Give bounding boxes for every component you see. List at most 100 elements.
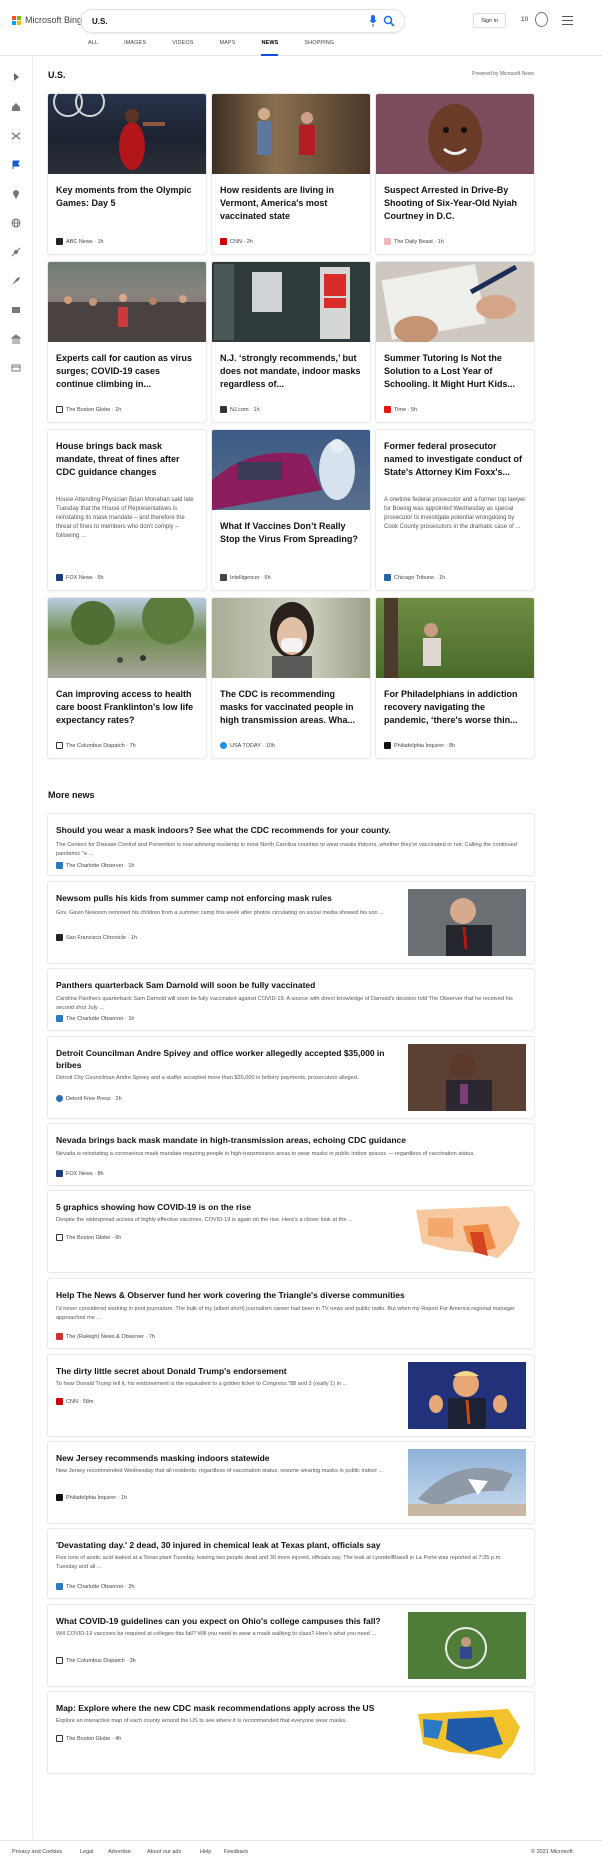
card-headline[interactable]: How residents are living in Vermont, Ame… <box>220 184 362 223</box>
search-input[interactable]: U.S. <box>80 9 405 33</box>
card-headline[interactable]: Summer Tutoring Is Not the Solution to a… <box>384 352 526 391</box>
more-news-item[interactable]: Help The News & Observer fund her work c… <box>48 1279 534 1348</box>
child-portrait-image <box>376 94 534 174</box>
hamburger-menu-icon[interactable] <box>562 16 573 25</box>
left-rail <box>0 56 33 1839</box>
search-icon[interactable] <box>383 15 395 27</box>
vermont-image <box>212 94 370 174</box>
news-card-house-mask[interactable]: House brings back mask mandate, threat o… <box>48 430 206 590</box>
card-headline[interactable]: House brings back mask mandate, threat o… <box>56 440 198 479</box>
more-news-item[interactable]: Should you wear a mask indoors? See what… <box>48 814 534 875</box>
news-card-nj-masks[interactable]: N.J. ‘strongly recommends,’ but does not… <box>212 262 370 422</box>
tab-maps[interactable]: MAPS <box>219 40 235 56</box>
politics-icon[interactable] <box>10 331 22 344</box>
news-title[interactable]: Nevada brings back mask mandate in high-… <box>56 1134 516 1146</box>
news-snippet: Explore an interactive map of each count… <box>56 1718 348 1724</box>
tab-images[interactable]: IMAGES <box>124 40 146 56</box>
more-news-item[interactable]: The dirty little secret about Donald Tru… <box>48 1355 534 1436</box>
news-title[interactable]: Should you wear a mask indoors? See what… <box>56 824 516 836</box>
news-card-cdc-masks[interactable]: The CDC is recommending masks for vaccin… <box>212 598 370 758</box>
philadelphia-inquirer-icon <box>384 742 391 749</box>
news-title[interactable]: 'Devastating day.' 2 dead, 30 injured in… <box>56 1539 516 1551</box>
home-icon[interactable] <box>11 99 21 111</box>
card-headline[interactable]: Experts call for caution as virus surges… <box>56 352 198 391</box>
news-snippet: Will COVID-19 vaccines be required at co… <box>56 1631 377 1637</box>
news-observer-icon <box>56 1333 63 1340</box>
news-title[interactable]: The dirty little secret about Donald Tru… <box>56 1365 406 1377</box>
microsoft-logo-icon <box>12 15 21 25</box>
news-card-foxx[interactable]: Former federal prosecutor named to inves… <box>376 430 534 590</box>
news-card-philadelphia[interactable]: For Philadelphians in addiction recovery… <box>376 598 534 758</box>
advertise-link[interactable]: Advertise <box>108 1849 131 1855</box>
news-card-olympics[interactable]: Key moments from the Olympic Games: Day … <box>48 94 206 254</box>
copyright: © 2021 Microsoft <box>531 1849 573 1855</box>
legal-link[interactable]: Legal <box>80 1849 93 1855</box>
news-title[interactable]: Panthers quarterback Sam Darnold will so… <box>56 979 406 991</box>
entertainment-icon[interactable] <box>11 302 21 313</box>
rewards-points[interactable]: 10 <box>521 16 528 23</box>
card-headline[interactable]: Key moments from the Olympic Games: Day … <box>56 184 198 210</box>
news-card-boston-virus[interactable]: Experts call for caution as virus surges… <box>48 262 206 422</box>
feedback-link[interactable]: Feedback <box>224 1849 248 1855</box>
location-icon[interactable] <box>11 186 21 199</box>
card-source: USA TODAY · 10h <box>220 742 275 749</box>
news-snippet: Detroit City Councilman Andre Spivey and… <box>56 1075 359 1081</box>
news-title[interactable]: New Jersey recommends masking indoors st… <box>56 1452 406 1464</box>
news-card-tutoring[interactable]: Summer Tutoring Is Not the Solution to a… <box>376 262 534 422</box>
help-link[interactable]: Help <box>200 1849 211 1855</box>
tab-all[interactable]: ALL <box>88 40 98 56</box>
money-icon[interactable] <box>11 360 21 372</box>
news-snippet: Five tons of acetic acid leaked at a Tex… <box>56 1555 502 1570</box>
trump-image <box>408 1362 526 1429</box>
news-title[interactable]: Newsom pulls his kids from summer camp n… <box>56 892 406 904</box>
rewards-icon[interactable] <box>535 12 548 27</box>
news-source: CNN · 58m <box>56 1398 94 1405</box>
more-news-item[interactable]: Newsom pulls his kids from summer camp n… <box>48 882 534 963</box>
more-news-item[interactable]: What COVID-19 guidelines can you expect … <box>48 1605 534 1686</box>
news-source: The Columbus Dispatch · 3h <box>56 1657 136 1664</box>
more-news-item[interactable]: Nevada brings back mask mandate in high-… <box>48 1124 534 1185</box>
sign-in-button[interactable]: Sign in <box>473 13 506 28</box>
more-news-item[interactable]: Detroit Councilman Andre Spivey and offi… <box>48 1037 534 1118</box>
sports-icon[interactable] <box>11 128 21 140</box>
expand-icon[interactable] <box>11 69 21 81</box>
about-ads-link[interactable]: About our ads <box>147 1849 181 1855</box>
news-snippet: New Jersey recommended Wednesday that al… <box>56 1468 384 1474</box>
more-news-item[interactable]: Panthers quarterback Sam Darnold will so… <box>48 969 534 1030</box>
news-snippet: Despite the widespread access of highly … <box>56 1217 353 1223</box>
more-news-item[interactable]: Map: Explore where the new CDC mask reco… <box>48 1692 534 1773</box>
news-card-vermont[interactable]: How residents are living in Vermont, Ame… <box>212 94 370 254</box>
card-headline[interactable]: Former federal prosecutor named to inves… <box>384 440 526 479</box>
tab-shopping[interactable]: SHOPPING <box>304 40 334 56</box>
powered-by[interactable]: Powered by Microsoft News <box>472 71 534 77</box>
card-headline[interactable]: Can improving access to health care boos… <box>56 688 198 727</box>
card-headline[interactable]: The CDC is recommending masks for vaccin… <box>220 688 362 727</box>
news-card-dc-shooting[interactable]: Suspect Arrested in Drive-By Shooting of… <box>376 94 534 254</box>
card-headline[interactable]: Suspect Arrested in Drive-By Shooting of… <box>384 184 526 223</box>
card-headline[interactable]: What If Vaccines Don’t Really Stop the V… <box>220 520 362 546</box>
technology-icon[interactable] <box>11 273 21 285</box>
privacy-link[interactable]: Privacy and Cookies <box>12 1849 62 1855</box>
card-headline[interactable]: For Philadelphians in addiction recovery… <box>384 688 526 727</box>
news-source: The Charlotte Observer · 2h <box>56 1583 134 1590</box>
world-icon[interactable] <box>11 215 21 228</box>
tab-videos[interactable]: VIDEOS <box>172 40 193 56</box>
science-icon[interactable] <box>11 244 21 257</box>
card-headline[interactable]: N.J. ‘strongly recommends,’ but does not… <box>220 352 362 391</box>
microphone-icon[interactable] <box>369 15 377 27</box>
news-title[interactable]: Map: Explore where the new CDC mask reco… <box>56 1702 406 1714</box>
bing-logo[interactable]: Microsoft Bing <box>12 15 82 25</box>
columbus-dispatch-icon <box>56 742 63 749</box>
news-card-franklinton[interactable]: Can improving access to health care boos… <box>48 598 206 758</box>
news-title[interactable]: 5 graphics showing how COVID-19 is on th… <box>56 1201 406 1213</box>
news-title[interactable]: Help The News & Observer fund her work c… <box>56 1289 516 1301</box>
tab-news[interactable]: NEWS <box>261 40 279 56</box>
news-title[interactable]: Detroit Councilman Andre Spivey and offi… <box>56 1047 406 1071</box>
more-news-item[interactable]: New Jersey recommends masking indoors st… <box>48 1442 534 1523</box>
more-news-item[interactable]: 'Devastating day.' 2 dead, 30 injured in… <box>48 1529 534 1598</box>
news-card-vaccines[interactable]: What If Vaccines Don’t Really Stop the V… <box>212 430 370 590</box>
news-title[interactable]: What COVID-19 guidelines can you expect … <box>56 1615 406 1627</box>
news-flag-icon[interactable] <box>11 157 21 169</box>
shark-sculpture-image <box>408 1449 526 1516</box>
more-news-item[interactable]: 5 graphics showing how COVID-19 is on th… <box>48 1191 534 1272</box>
